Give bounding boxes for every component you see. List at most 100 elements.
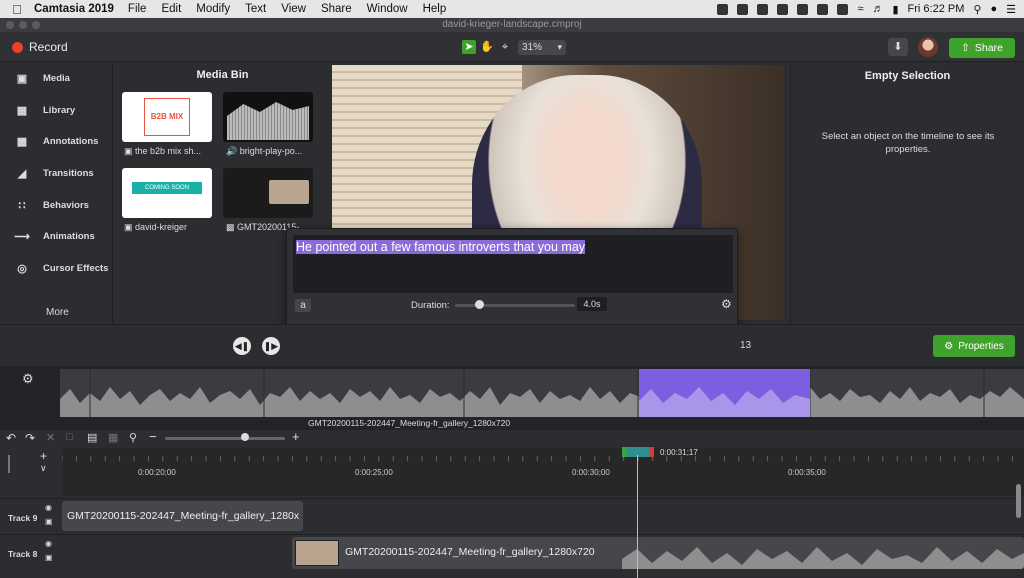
out-point-marker[interactable] — [649, 447, 654, 457]
library-icon: ▦ — [16, 105, 28, 117]
tray-app-icon[interactable] — [837, 3, 849, 15]
cut-icon[interactable]: ✕ — [46, 431, 55, 444]
paste-icon[interactable]: ▤ — [87, 431, 97, 444]
tray-app-icon[interactable] — [757, 3, 769, 15]
crop-tool-icon[interactable]: ⌖ — [498, 40, 512, 54]
sidebar-item-cursor-effects[interactable]: ◎ Cursor Effects — [0, 254, 113, 282]
hand-tool-icon[interactable]: ✋ — [480, 40, 494, 54]
ruler-tick-label: 0:00:25;00 — [355, 468, 393, 477]
selected-caption-region[interactable] — [639, 369, 810, 417]
battery-icon[interactable]: ▮ — [892, 3, 898, 16]
avatar[interactable] — [918, 37, 938, 57]
sidebar-item-transitions[interactable]: ◢ Transitions — [0, 159, 113, 187]
media-thumb-audio[interactable] — [223, 92, 313, 142]
tray-app-icon[interactable] — [737, 3, 749, 15]
zoom-out-icon[interactable]: − — [149, 429, 157, 444]
redo-icon[interactable]: ↷ — [25, 431, 35, 445]
menu-view[interactable]: View — [281, 3, 306, 15]
sidebar-item-animations[interactable]: ⟶ Animations — [0, 222, 113, 250]
zoom-select[interactable]: 31% — [518, 40, 566, 55]
apple-icon[interactable]:  — [0, 2, 34, 17]
menu-help[interactable]: Help — [423, 3, 447, 15]
eye-icon[interactable]: ◉ — [45, 503, 52, 512]
step-back-icon[interactable]: ◀❚ — [233, 337, 251, 355]
caption-text: He pointed out a few famous introverts t… — [296, 240, 586, 254]
font-button[interactable]: a — [295, 299, 311, 312]
menu-edit[interactable]: Edit — [161, 3, 181, 15]
timeline-zoom-handle[interactable] — [241, 433, 249, 441]
share-label: Share — [974, 42, 1003, 54]
properties-button[interactable]: ⚙ Properties — [933, 335, 1015, 357]
record-button[interactable]: Record — [12, 40, 68, 54]
menu-window[interactable]: Window — [367, 3, 408, 15]
properties-panel: Empty Selection Select an object on the … — [790, 62, 1024, 324]
media-label: 🔊 bright-play-po... — [226, 146, 303, 156]
track-height-handle[interactable] — [8, 455, 10, 473]
wifi-icon[interactable]: ≈ — [857, 3, 863, 15]
waveform-graphic — [60, 369, 1024, 417]
tray-app-icon[interactable] — [777, 3, 789, 15]
tray-app-icon[interactable] — [717, 3, 729, 15]
media-thumb-b2b-mix[interactable]: B2B MIX — [122, 92, 212, 142]
media-thumb-meeting-video[interactable] — [223, 168, 313, 218]
sidebar-item-annotations[interactable]: ▩ Annotations — [0, 127, 113, 155]
in-point-marker[interactable] — [622, 447, 627, 457]
sidebar-item-behaviors[interactable]: ∷ Behaviors — [0, 191, 113, 219]
annotation-icon: ▩ — [16, 136, 28, 148]
duration-slider[interactable] — [455, 304, 575, 307]
menu-modify[interactable]: Modify — [196, 3, 230, 15]
timeline-clip[interactable]: GMT20200115-202447_Meeting-fr_gallery_12… — [292, 537, 1024, 569]
zoom-in-icon[interactable]: + — [292, 429, 300, 444]
timeline-ruler[interactable]: 0:00:20;00 0:00:25;00 0:00:30;00 0:00:35… — [62, 448, 1024, 496]
clock[interactable]: Fri 6:22 PM — [908, 3, 965, 15]
gear-icon[interactable]: ⚙ — [721, 297, 732, 311]
ruler-tick-label: 0:00:30;00 — [572, 468, 610, 477]
timeline-scrollbar[interactable] — [1016, 484, 1021, 518]
media-thumb-coming-soon[interactable]: COMING SOON — [122, 168, 212, 218]
playhead-handle[interactable] — [622, 447, 654, 457]
menu-text[interactable]: Text — [245, 3, 266, 15]
app-menu[interactable]: Camtasia 2019 — [34, 3, 114, 15]
menu-file[interactable]: File — [128, 3, 147, 15]
duration-slider-handle[interactable] — [475, 300, 484, 309]
step-forward-icon[interactable]: ❚▶ — [262, 337, 280, 355]
duration-value[interactable]: 4.0s — [577, 297, 607, 311]
lock-icon[interactable]: ▣ — [45, 517, 53, 526]
ruler-ticks — [62, 456, 1013, 461]
gear-icon[interactable]: ⚙ — [22, 371, 34, 387]
spotlight-icon[interactable]: ⚲ — [973, 3, 981, 16]
split-icon[interactable]: ▦ — [108, 431, 118, 444]
siri-icon[interactable]: ● — [990, 3, 997, 15]
clip-name: GMT20200115-202447_Meeting-fr_gallery_12… — [345, 546, 595, 558]
chevron-down-icon[interactable]: ∨ — [40, 463, 47, 474]
menu-list-icon[interactable]: ☰ — [1006, 3, 1016, 16]
tray-app-icon[interactable] — [797, 3, 809, 15]
tray-app-icon[interactable] — [817, 3, 829, 15]
sidebar-item-library[interactable]: ▦ Library — [0, 96, 113, 124]
media-label: ▣ david-kreiger — [124, 222, 188, 232]
undo-icon[interactable]: ↶ — [6, 431, 16, 445]
playback-controls: ◀❚ ❚▶ 13 ⚙ Properties — [0, 324, 1024, 366]
volume-icon[interactable]: ♬ — [872, 3, 883, 15]
download-icon[interactable]: ⬇ — [888, 38, 908, 56]
menu-share[interactable]: Share — [321, 3, 352, 15]
tools-sidebar: ▣ Media ▦ Library ▩ Annotations ◢ Transition… — [0, 62, 113, 324]
share-button[interactable]: ⇧ Share — [949, 38, 1015, 58]
properties-title: Empty Selection — [864, 70, 951, 82]
sidebar-item-label: Transitions — [43, 167, 94, 179]
timeline-clip[interactable]: GMT20200115-202447_Meeting-fr_gallery_12… — [62, 501, 303, 531]
window-titlebar: david-krieger-landscape.cmproj — [0, 18, 1024, 32]
copy-icon[interactable]: □ — [66, 431, 73, 443]
timeline-zoom-slider[interactable] — [165, 437, 285, 440]
add-track-icon[interactable]: + — [40, 449, 47, 463]
caption-text-field[interactable]: He pointed out a few famous introverts t… — [293, 235, 733, 293]
more-button[interactable]: More — [46, 307, 69, 318]
search-icon[interactable]: ⚲ — [129, 431, 137, 444]
lock-icon[interactable]: ▣ — [45, 553, 53, 562]
timeline-toolbar: ↶ ↷ ✕ □ ▤ ▦ ⚲ − + — [0, 429, 1024, 448]
arrow-tool-icon[interactable]: ➤ — [462, 40, 476, 54]
sidebar-item-media[interactable]: ▣ Media — [0, 64, 113, 92]
waveform[interactable] — [60, 369, 1024, 417]
properties-message: Select an object on the timeline to see … — [821, 131, 995, 155]
eye-icon[interactable]: ◉ — [45, 539, 52, 548]
